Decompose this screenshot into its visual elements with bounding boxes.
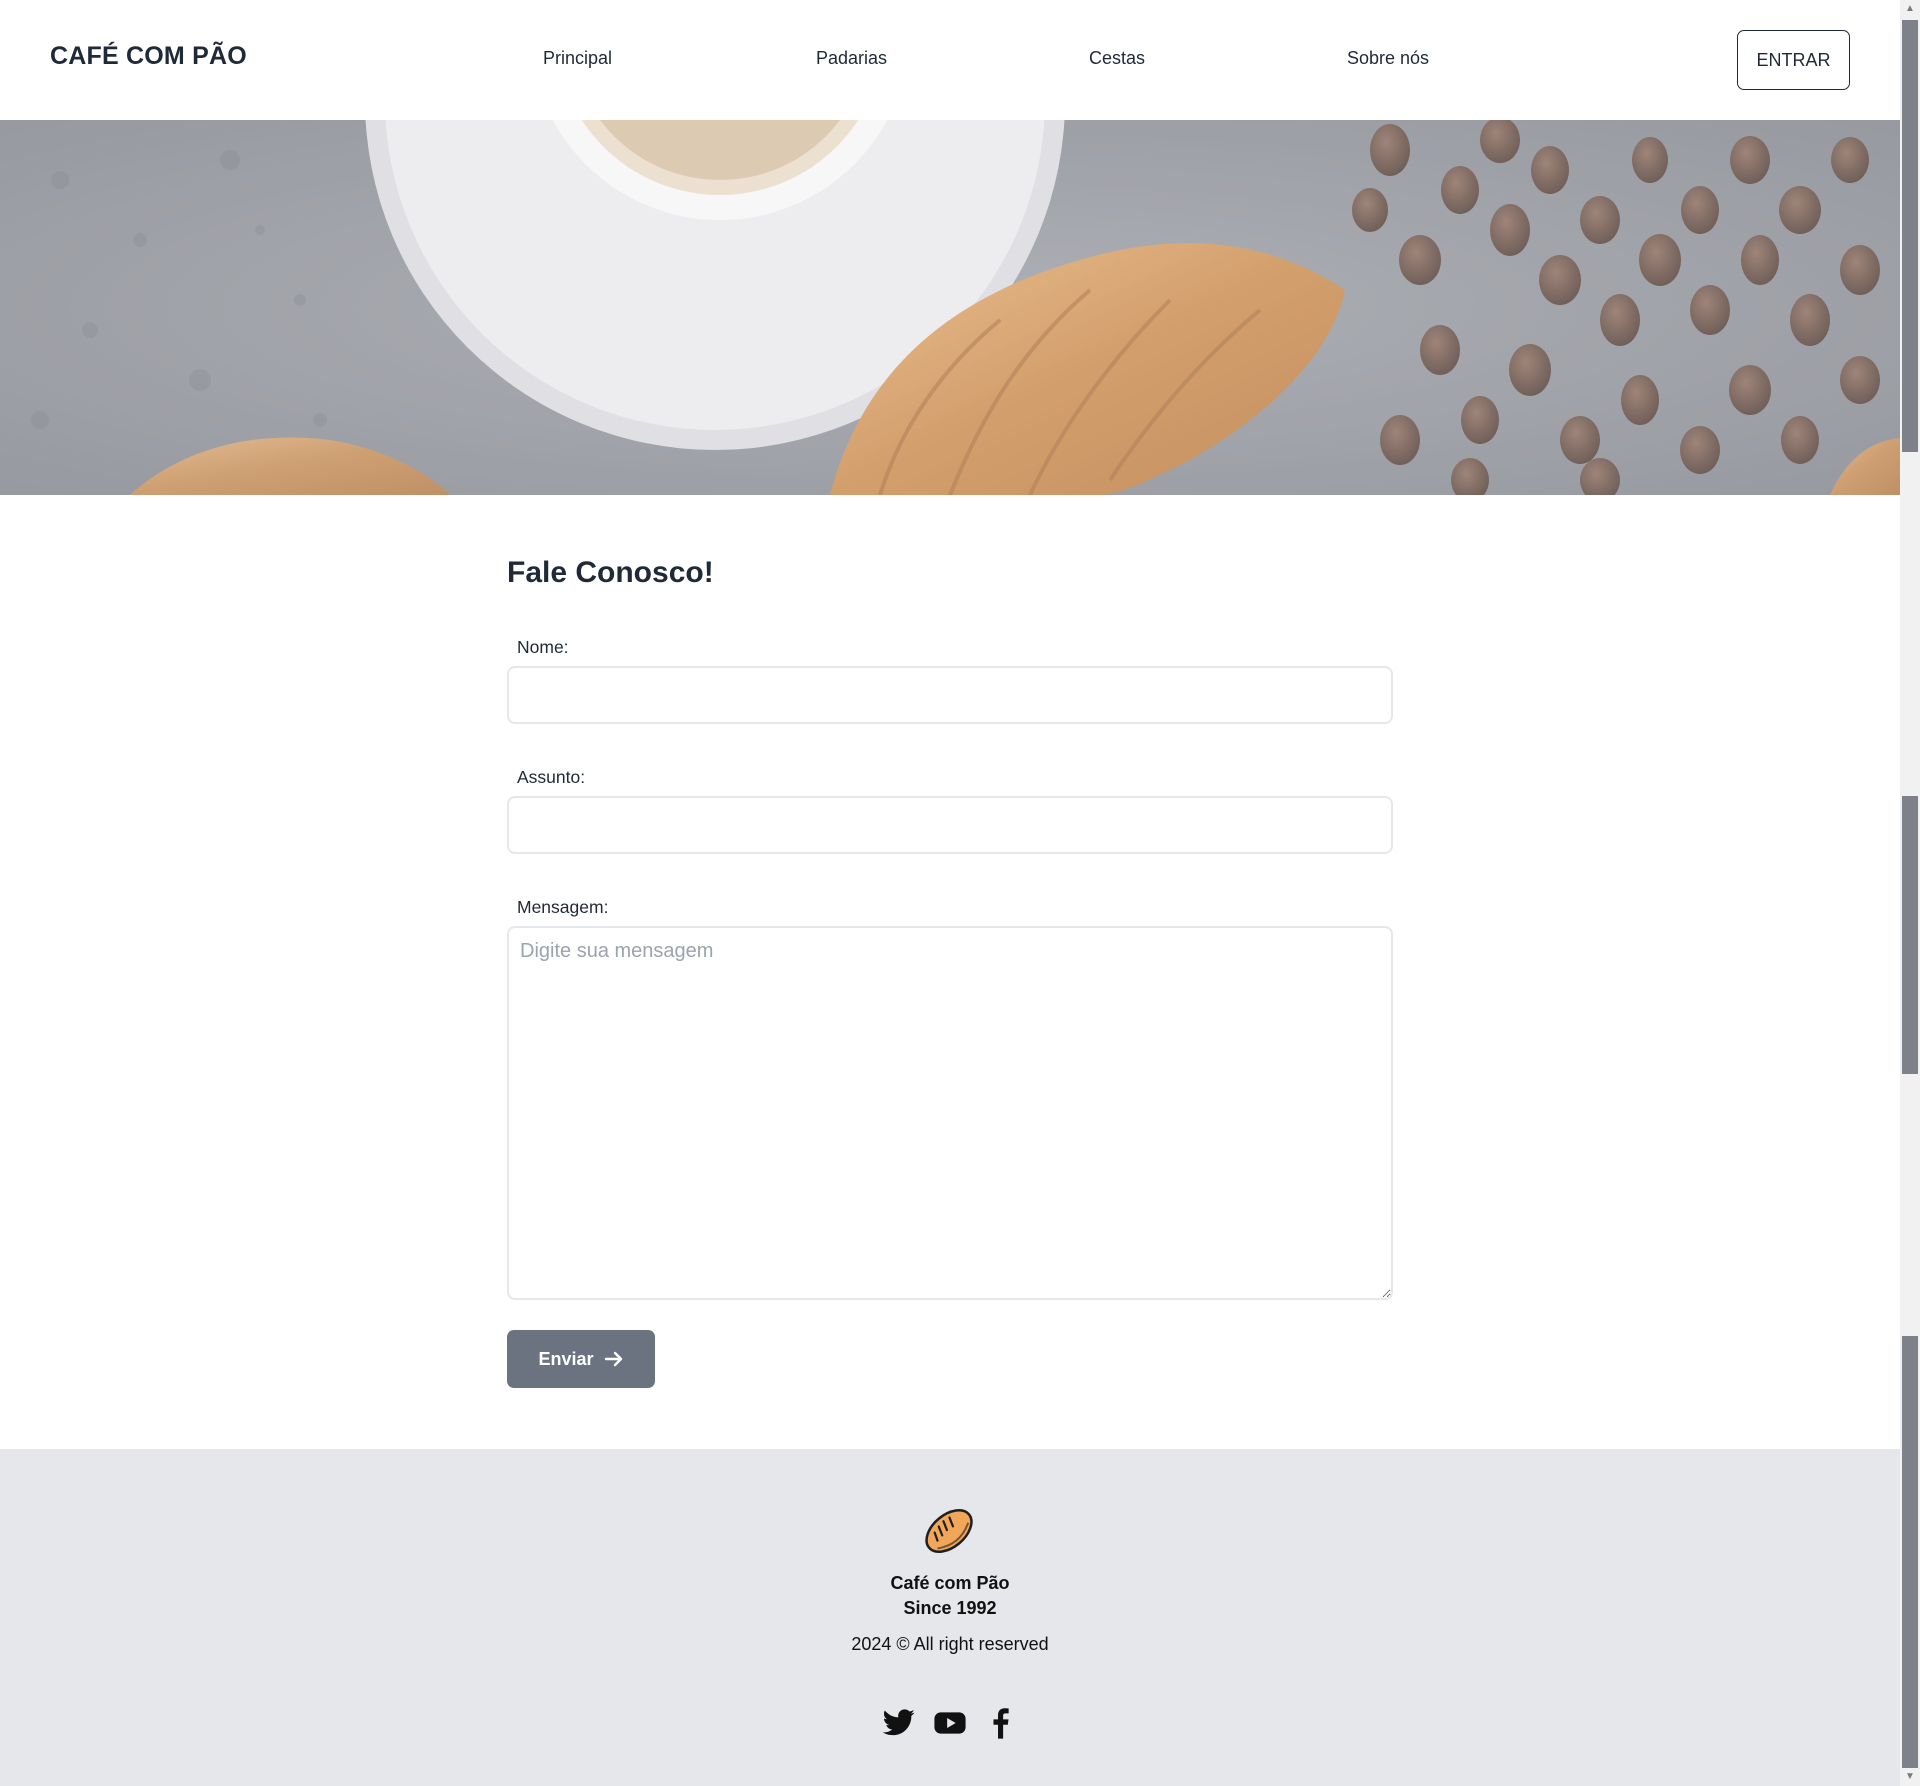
hero-banner-image <box>0 120 1900 495</box>
footer-company-name: Café com Pão <box>890 1573 1010 1593</box>
coffee-croissant-illustration <box>0 120 1900 495</box>
scroll-down-arrow-icon[interactable]: ▼ <box>1903 1770 1917 1784</box>
name-label: Nome: <box>517 637 569 657</box>
brand-logo-text[interactable]: CAFÉ COM PÃO <box>50 42 247 71</box>
vertical-scrollbar[interactable]: ▲ ▼ <box>1900 0 1920 1786</box>
nav-link-padarias[interactable]: Padarias <box>816 48 887 69</box>
facebook-icon[interactable] <box>984 1706 1018 1740</box>
scroll-up-arrow-icon[interactable]: ▲ <box>1903 2 1917 16</box>
name-input[interactable] <box>507 666 1393 724</box>
submit-label: Enviar <box>538 1348 594 1369</box>
message-label: Mensagem: <box>517 897 609 917</box>
scrollbar-track-marker[interactable] <box>1902 796 1918 1074</box>
bread-icon <box>925 1509 973 1553</box>
page-title: Fale Conosco! <box>507 556 714 589</box>
youtube-icon[interactable] <box>933 1706 967 1740</box>
login-button[interactable]: ENTRAR <box>1737 30 1850 90</box>
twitter-icon[interactable] <box>882 1706 916 1740</box>
site-header: CAFÉ COM PÃO Principal Padarias Cestas S… <box>0 0 1900 120</box>
site-footer: Café com Pão Since 1992 2024 © All right… <box>0 1449 1900 1786</box>
nav-link-cestas[interactable]: Cestas <box>1089 48 1145 69</box>
nav-link-principal[interactable]: Principal <box>543 48 612 69</box>
submit-button[interactable]: Enviar <box>507 1330 655 1388</box>
scrollbar-track-marker-lower[interactable] <box>1902 1336 1918 1768</box>
message-textarea[interactable] <box>507 926 1393 1300</box>
scrollbar-thumb[interactable] <box>1902 20 1918 452</box>
nav-link-sobre-nos[interactable]: Sobre nós <box>1347 48 1429 69</box>
arrow-right-icon <box>604 1351 622 1367</box>
footer-since: Since 1992 <box>903 1598 997 1618</box>
subject-label: Assunto: <box>517 767 586 787</box>
footer-copyright: 2024 © All right reserved <box>851 1634 1049 1654</box>
subject-input[interactable] <box>507 796 1393 854</box>
